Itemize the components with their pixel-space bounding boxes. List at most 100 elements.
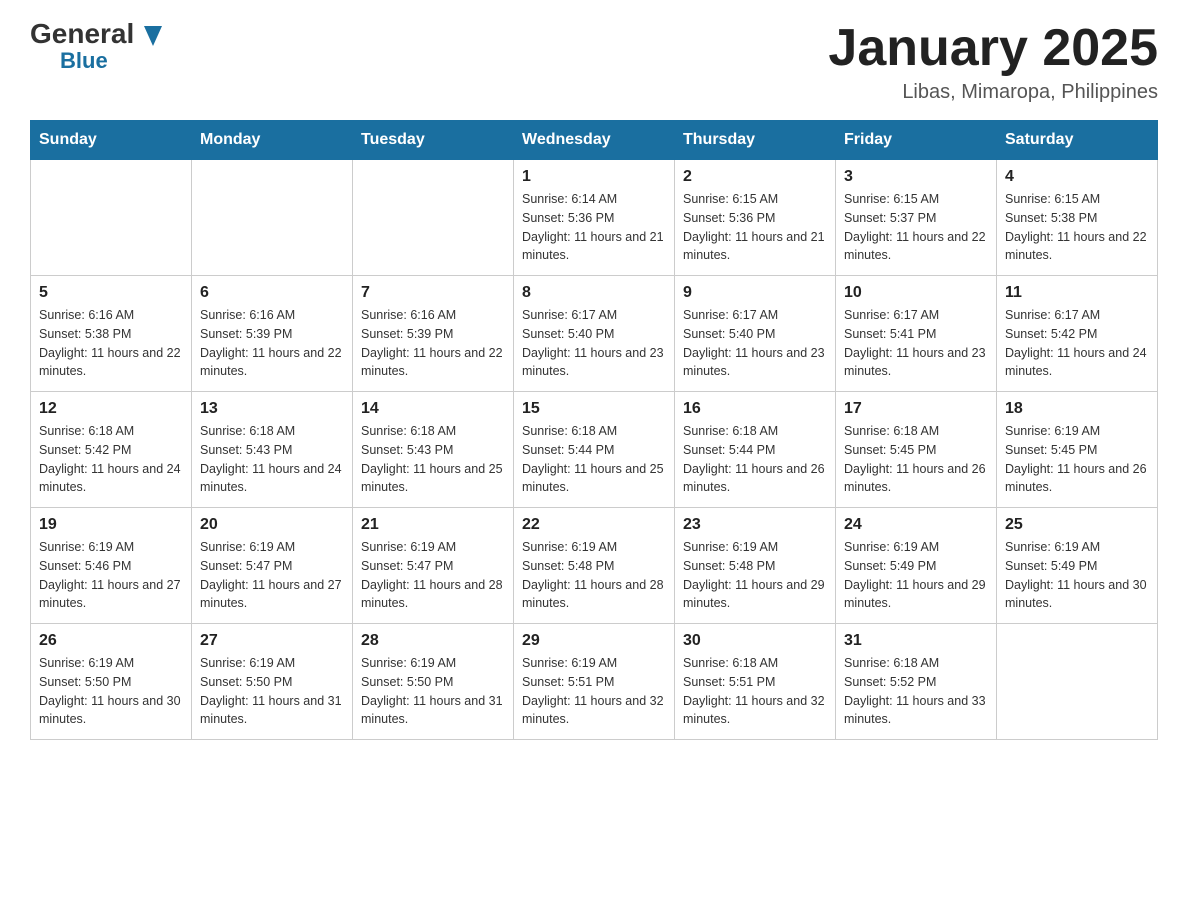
week-row-2: 5 Sunrise: 6:16 AMSunset: 5:38 PMDaylight… (31, 276, 1158, 392)
day-number: 17 (844, 400, 988, 418)
day-info: Sunrise: 6:19 AMSunset: 5:51 PMDaylight:… (522, 654, 666, 729)
day-number: 18 (1005, 400, 1149, 418)
day-number: 26 (39, 632, 183, 650)
day-number: 8 (522, 284, 666, 302)
week-row-3: 12 Sunrise: 6:18 AMSunset: 5:42 PMDayligh… (31, 392, 1158, 508)
day-info: Sunrise: 6:19 AMSunset: 5:49 PMDaylight:… (844, 538, 988, 613)
day-cell-11: 11Sunrise: 6:17 AMSunset: 5:42 PMDayligh… (997, 276, 1158, 392)
day-cell-10: 10 Sunrise: 6:17 AMSunset: 5:41 PMDayligh… (836, 276, 997, 392)
day-info: Sunrise: 6:16 AMSunset: 5:38 PMDaylight:… (39, 306, 183, 381)
day-info: Sunrise: 6:17 AMSunset: 5:41 PMDaylight:… (844, 306, 988, 381)
day-number: 21 (361, 516, 505, 534)
day-info: Sunrise: 6:18 AMSunset: 5:43 PMDaylight:… (200, 422, 344, 497)
header-tuesday: Tuesday (353, 121, 514, 160)
day-number: 1 (522, 168, 666, 186)
day-number: 10 (844, 284, 988, 302)
day-info: Sunrise: 6:14 AMSunset: 5:36 PMDaylight:… (522, 190, 666, 265)
day-cell-29: 29 Sunrise: 6:19 AMSunset: 5:51 PMDayligh… (514, 624, 675, 740)
day-number: 20 (200, 516, 344, 534)
day-number: 6 (200, 284, 344, 302)
logo: General Blue (30, 20, 162, 74)
day-info: Sunrise: 6:18 AMSunset: 5:45 PMDaylight:… (844, 422, 988, 497)
empty-cell (31, 160, 192, 276)
day-cell-31: 31Sunrise: 6:18 AMSunset: 5:52 PMDayligh… (836, 624, 997, 740)
day-number: 16 (683, 400, 827, 418)
day-number: 5 (39, 284, 183, 302)
day-info: Sunrise: 6:19 AMSunset: 5:48 PMDaylight:… (683, 538, 827, 613)
day-number: 2 (683, 168, 827, 186)
day-cell-18: 18 Sunrise: 6:19 AMSunset: 5:45 PMDayligh… (997, 392, 1158, 508)
day-number: 27 (200, 632, 344, 650)
logo-blue-text: Blue (60, 48, 108, 74)
header-saturday: Saturday (997, 121, 1158, 160)
day-cell-30: 30Sunrise: 6:18 AMSunset: 5:51 PMDayligh… (675, 624, 836, 740)
day-number: 31 (844, 632, 988, 650)
header-monday: Monday (192, 121, 353, 160)
day-number: 22 (522, 516, 666, 534)
day-number: 30 (683, 632, 827, 650)
day-number: 3 (844, 168, 988, 186)
title-section: January 2025 Libas, Mimaropa, Philippine… (828, 20, 1158, 104)
day-info: Sunrise: 6:18 AMSunset: 5:42 PMDaylight:… (39, 422, 183, 497)
empty-cell (192, 160, 353, 276)
day-info: Sunrise: 6:18 AMSunset: 5:43 PMDaylight:… (361, 422, 505, 497)
day-number: 23 (683, 516, 827, 534)
day-cell-6: 6 Sunrise: 6:16 AMSunset: 5:39 PMDaylight… (192, 276, 353, 392)
day-number: 13 (200, 400, 344, 418)
day-cell-22: 22 Sunrise: 6:19 AMSunset: 5:48 PMDayligh… (514, 508, 675, 624)
day-cell-4: 4 Sunrise: 6:15 AMSunset: 5:38 PMDaylight… (997, 160, 1158, 276)
day-cell-26: 26Sunrise: 6:19 AMSunset: 5:50 PMDayligh… (31, 624, 192, 740)
day-number: 9 (683, 284, 827, 302)
empty-cell (353, 160, 514, 276)
day-info: Sunrise: 6:17 AMSunset: 5:40 PMDaylight:… (683, 306, 827, 381)
day-cell-1: 1 Sunrise: 6:14 AMSunset: 5:36 PMDaylight… (514, 160, 675, 276)
day-cell-25: 25 Sunrise: 6:19 AMSunset: 5:49 PMDayligh… (997, 508, 1158, 624)
day-cell-24: 24 Sunrise: 6:19 AMSunset: 5:49 PMDayligh… (836, 508, 997, 624)
day-cell-13: 13 Sunrise: 6:18 AMSunset: 5:43 PMDayligh… (192, 392, 353, 508)
day-info: Sunrise: 6:19 AMSunset: 5:49 PMDaylight:… (1005, 538, 1149, 613)
day-info: Sunrise: 6:19 AMSunset: 5:47 PMDaylight:… (361, 538, 505, 613)
location: Libas, Mimaropa, Philippines (828, 81, 1158, 104)
day-info: Sunrise: 6:19 AMSunset: 5:46 PMDaylight:… (39, 538, 183, 613)
day-number: 25 (1005, 516, 1149, 534)
day-info: Sunrise: 6:19 AMSunset: 5:50 PMDaylight:… (361, 654, 505, 729)
day-cell-7: 7Sunrise: 6:16 AMSunset: 5:39 PMDaylight… (353, 276, 514, 392)
week-row-1: 1 Sunrise: 6:14 AMSunset: 5:36 PMDaylight… (31, 160, 1158, 276)
day-cell-3: 3 Sunrise: 6:15 AMSunset: 5:37 PMDaylight… (836, 160, 997, 276)
day-info: Sunrise: 6:16 AMSunset: 5:39 PMDaylight:… (200, 306, 344, 381)
day-info: Sunrise: 6:18 AMSunset: 5:44 PMDaylight:… (522, 422, 666, 497)
day-number: 29 (522, 632, 666, 650)
calendar-header-row: SundayMondayTuesdayWednesdayThursdayFrid… (31, 121, 1158, 160)
day-cell-5: 5 Sunrise: 6:16 AMSunset: 5:38 PMDaylight… (31, 276, 192, 392)
week-row-4: 19 Sunrise: 6:19 AMSunset: 5:46 PMDayligh… (31, 508, 1158, 624)
day-number: 24 (844, 516, 988, 534)
month-title: January 2025 (828, 20, 1158, 77)
day-cell-8: 8Sunrise: 6:17 AMSunset: 5:40 PMDaylight… (514, 276, 675, 392)
page-header: General Blue January 2025 Libas, Mimarop… (30, 20, 1158, 104)
calendar-table: SundayMondayTuesdayWednesdayThursdayFrid… (30, 120, 1158, 740)
day-cell-19: 19 Sunrise: 6:19 AMSunset: 5:46 PMDayligh… (31, 508, 192, 624)
day-info: Sunrise: 6:16 AMSunset: 5:39 PMDaylight:… (361, 306, 505, 381)
day-number: 4 (1005, 168, 1149, 186)
day-cell-21: 21 Sunrise: 6:19 AMSunset: 5:47 PMDayligh… (353, 508, 514, 624)
day-info: Sunrise: 6:19 AMSunset: 5:45 PMDaylight:… (1005, 422, 1149, 497)
day-cell-9: 9 Sunrise: 6:17 AMSunset: 5:40 PMDaylight… (675, 276, 836, 392)
day-cell-17: 17 Sunrise: 6:18 AMSunset: 5:45 PMDayligh… (836, 392, 997, 508)
logo-general-text: General (30, 20, 162, 48)
day-info: Sunrise: 6:18 AMSunset: 5:44 PMDaylight:… (683, 422, 827, 497)
header-thursday: Thursday (675, 121, 836, 160)
day-number: 12 (39, 400, 183, 418)
empty-cell (997, 624, 1158, 740)
day-info: Sunrise: 6:15 AMSunset: 5:38 PMDaylight:… (1005, 190, 1149, 265)
day-number: 19 (39, 516, 183, 534)
day-info: Sunrise: 6:19 AMSunset: 5:48 PMDaylight:… (522, 538, 666, 613)
header-sunday: Sunday (31, 121, 192, 160)
day-number: 28 (361, 632, 505, 650)
day-number: 11 (1005, 284, 1149, 302)
day-cell-20: 20Sunrise: 6:19 AMSunset: 5:47 PMDayligh… (192, 508, 353, 624)
day-cell-15: 15Sunrise: 6:18 AMSunset: 5:44 PMDayligh… (514, 392, 675, 508)
day-info: Sunrise: 6:15 AMSunset: 5:37 PMDaylight:… (844, 190, 988, 265)
day-cell-16: 16 Sunrise: 6:18 AMSunset: 5:44 PMDayligh… (675, 392, 836, 508)
day-cell-2: 2Sunrise: 6:15 AMSunset: 5:36 PMDaylight… (675, 160, 836, 276)
day-cell-27: 27Sunrise: 6:19 AMSunset: 5:50 PMDayligh… (192, 624, 353, 740)
